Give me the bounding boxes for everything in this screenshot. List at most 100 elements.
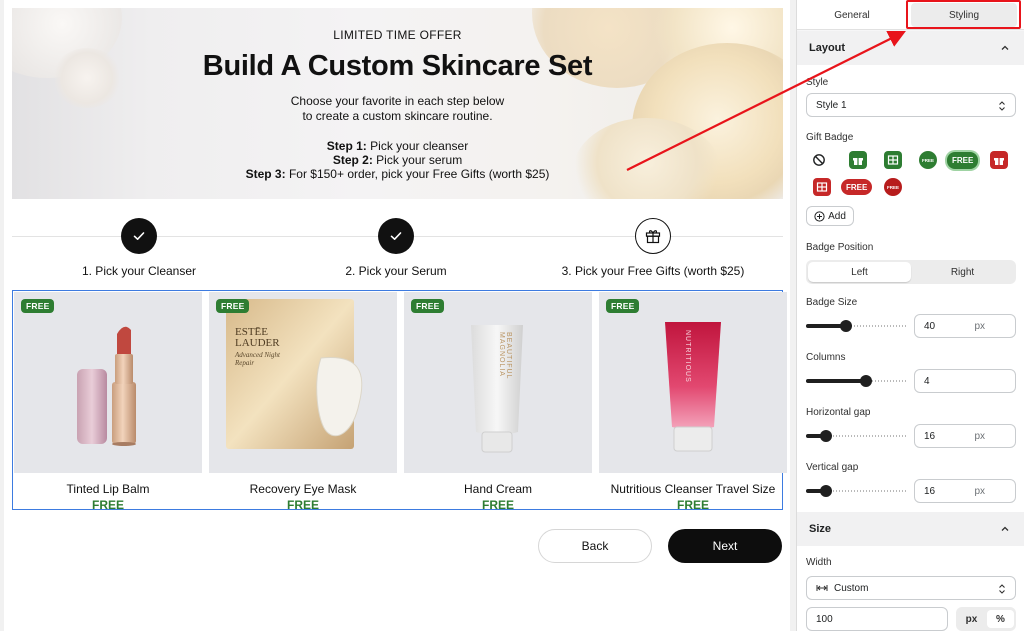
width-mode-value: Custom [834,582,869,594]
product-card[interactable]: BEAUTIFUL MAGNOLIA FREE Hand Cream FREE [404,292,592,512]
size-section-header[interactable]: Size [797,512,1024,546]
bundle-builder-page: LIMITED TIME OFFER Build A Custom Skinca… [4,0,790,631]
gift-box-green-icon[interactable] [849,151,867,169]
product-card[interactable]: NUTRITIOUS FREE Nutritious Cleanser Trav… [599,292,787,512]
chevron-up-icon [1001,45,1009,50]
free-badge: FREE [606,299,640,313]
next-button[interactable]: Next [668,529,782,563]
free-pill-red-icon[interactable]: FREE [841,179,873,195]
layout-section-header[interactable]: Layout [797,31,1024,65]
width-unit-toggle: px % [956,607,1016,631]
badge-position-right[interactable]: Right [911,262,1014,282]
badge-position-toggle: Left Right [806,260,1016,284]
vertical-gap-input[interactable]: 16 px [914,479,1016,503]
style-select-value: Style 1 [816,99,847,111]
product-grid: FREE Tinted Lip Balm FREE ESTĒE LAUDER A… [12,290,787,512]
add-badge-button[interactable]: Add [806,206,854,226]
tab-styling[interactable]: Styling [911,3,1017,27]
badge-size-slider[interactable] [806,320,906,332]
product-price: FREE [676,498,709,512]
progress-step-label: 1. Pick your Cleanser [81,264,197,278]
check-icon [378,218,414,254]
gift-box-green-2-icon[interactable] [884,151,902,169]
unit-percent-option[interactable]: % [987,610,1014,628]
hero-desc-line: to create a custom skincare routine. [302,109,493,123]
badge-position-left[interactable]: Left [808,262,911,282]
vertical-gap-label: Vertical gap [806,462,859,473]
free-seal-green-icon[interactable]: FREE [919,151,937,169]
panel-tabs: General Styling [797,0,1024,30]
product-card[interactable]: FREE Tinted Lip Balm FREE [14,292,202,512]
product-name: Tinted Lip Balm [66,482,150,496]
slider-handle[interactable] [820,485,832,497]
section-title: Size [809,523,832,535]
slider-handle[interactable] [840,320,852,332]
product-name: Hand Cream [463,482,533,496]
unit-label: px [974,486,985,497]
product-name: Recovery Eye Mask [249,482,357,496]
progress-step-1[interactable]: 1. Pick your Cleanser [9,218,269,278]
unit-label: px [974,431,985,442]
chevron-up-icon [1001,526,1009,531]
progress-step-label: 2. Pick your Serum [345,264,447,278]
product-price: FREE [91,498,124,512]
horizontal-gap-slider[interactable] [806,430,906,442]
width-arrows-icon [816,585,828,591]
progress-step-3[interactable]: 3. Pick your Free Gifts (worth $25) [523,218,783,278]
store-preview: LIMITED TIME OFFER Build A Custom Skinca… [0,0,792,631]
select-arrows-icon [999,584,1005,594]
lip-balm-image: FREE [14,292,202,473]
hero-eyebrow: LIMITED TIME OFFER [333,28,462,42]
back-button[interactable]: Back [538,529,652,563]
free-pill-green-icon[interactable]: FREE [947,152,979,169]
gift-icon [635,218,671,254]
badge-position-label: Badge Position [806,242,874,253]
width-input[interactable]: 100 [806,607,948,631]
free-badge: FREE [411,299,445,313]
hand-cream-brand: BEAUTIFUL MAGNOLIA [498,332,512,380]
section-title: Layout [809,42,846,54]
horizontal-gap-label: Horizontal gap [806,407,871,418]
badge-size-label: Badge Size [806,297,858,308]
hero-step-line: Step 3: For $150+ order, pick your Free … [245,167,550,181]
eye-mask-subtitle: Advanced Night Repair [235,351,280,367]
product-price: FREE [481,498,514,512]
style-select[interactable]: Style 1 [806,93,1016,117]
width-label: Width [806,557,832,568]
settings-panel: General Styling Layout Style Style 1 Gif… [796,0,1024,631]
columns-input[interactable]: 4 [914,369,1016,393]
tab-general[interactable]: General [797,0,907,30]
hand-cream-image: BEAUTIFUL MAGNOLIA FREE [404,292,592,473]
gift-badge-label: Gift Badge [806,132,854,143]
vertical-gap-slider[interactable] [806,485,906,497]
layout-section-body: Style Style 1 Gift Badge FREE FREE FREE … [797,65,1024,512]
free-seal-red-icon[interactable]: FREE [884,178,902,196]
progress-step-label: 3. Pick your Free Gifts (worth $25) [561,264,745,278]
hero-banner: LIMITED TIME OFFER Build A Custom Skinca… [12,8,783,199]
hero-title: Build A Custom Skincare Set [202,50,593,82]
slider-handle[interactable] [820,430,832,442]
gift-box-red-2-icon[interactable] [813,178,831,196]
hero-step-line: Step 1: Pick your cleanser [326,139,469,153]
plus-circle-icon [814,210,825,222]
add-label: Add [828,210,846,222]
progress-step-2[interactable]: 2. Pick your Serum [266,218,526,278]
eye-mask-brand: ESTĒE LAUDER [235,326,280,349]
free-badge: FREE [216,299,250,313]
product-price: FREE [286,498,319,512]
slider-handle[interactable] [860,375,872,387]
hero-steps: Step 1: Pick your cleanser Step 2: Pick … [12,139,783,181]
hero-step-line: Step 2: Pick your serum [332,153,463,167]
badge-size-input[interactable]: 40 px [914,314,1016,338]
unit-px-option[interactable]: px [958,610,985,628]
cleanser-brand: NUTRITIOUS [684,330,691,383]
eye-mask-image: ESTĒE LAUDER Advanced Night Repair FREE [209,292,397,473]
columns-slider[interactable] [806,375,906,387]
gift-box-red-icon[interactable] [990,151,1008,169]
horizontal-gap-input[interactable]: 16 px [914,424,1016,448]
none-icon[interactable] [810,151,828,169]
cleanser-tube-image: NUTRITIOUS FREE [599,292,787,473]
width-mode-select[interactable]: Custom [806,576,1016,600]
product-name: Nutritious Cleanser Travel Size [610,482,776,496]
product-card[interactable]: ESTĒE LAUDER Advanced Night Repair FREE … [209,292,397,512]
